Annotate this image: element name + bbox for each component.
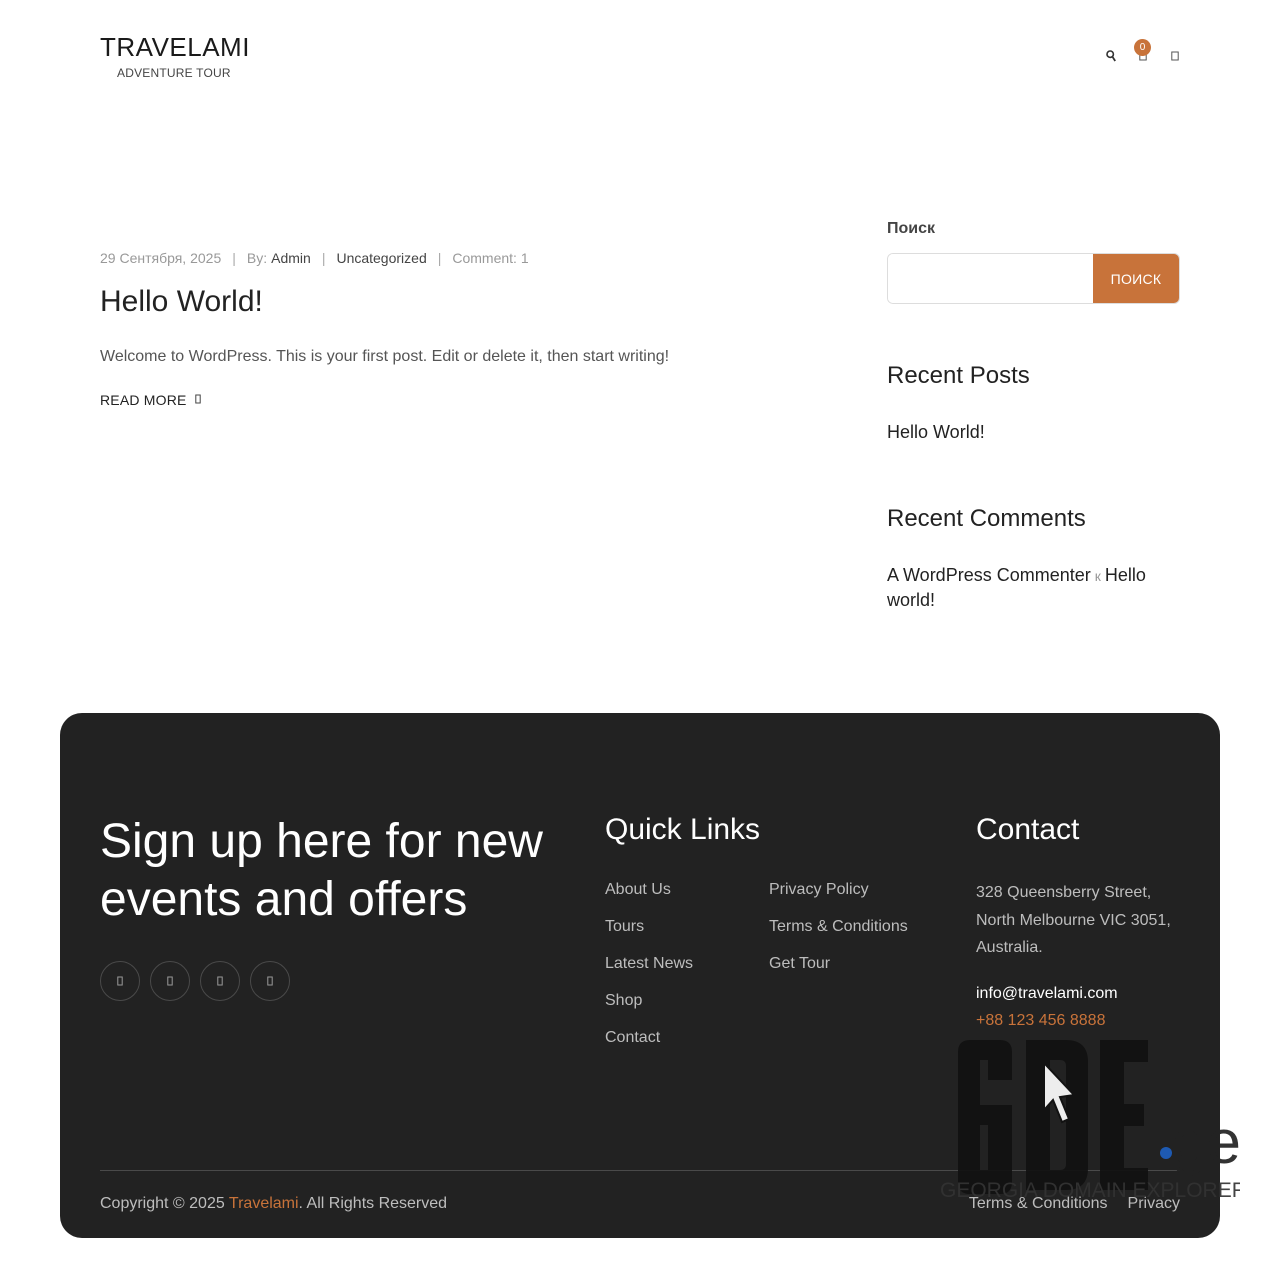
recent-posts-title: Recent Posts [887, 362, 1030, 389]
post-excerpt: Welcome to WordPress. This is your first… [100, 348, 670, 365]
search-widget-label: Поиск [887, 220, 936, 237]
search-input[interactable] [888, 254, 1093, 303]
user-icon[interactable] [1170, 48, 1180, 64]
comment-author-link[interactable]: A WordPress Commenter [887, 565, 1091, 585]
contact-phone-link[interactable]: +88 123 456 8888 [976, 1012, 1105, 1030]
search-icon[interactable] [1106, 48, 1116, 64]
read-more-link[interactable]: READ MORE [100, 392, 201, 408]
recent-comment-item: A WordPress Commenter к Hello world! [887, 563, 1180, 612]
footer-link-about-us[interactable]: About Us [605, 881, 693, 899]
signup-heading: Sign up here for new events and offers [100, 815, 543, 926]
linkedin-icon[interactable] [250, 961, 290, 1001]
comment-on-label: к [1094, 568, 1101, 584]
copyright-brand-link[interactable]: Travelami [229, 1195, 299, 1212]
post-category-link[interactable]: Uncategorized [336, 250, 426, 266]
post-meta: 29 Сентября, 2025 | By: Admin | Uncatego… [100, 250, 800, 266]
post-by-label: By: [246, 250, 268, 266]
cart-count-badge: 0 [1134, 39, 1151, 56]
post-title[interactable]: Hello World! [100, 282, 800, 322]
post-comments-link[interactable]: Comment: 1 [452, 250, 528, 266]
logo-title: TRAVELAMI [100, 32, 250, 62]
site-header: TRAVELAMI ADVENTURE TOUR 0 [0, 0, 1280, 110]
cart-icon[interactable]: 0 [1134, 39, 1151, 64]
meta-separator: | [321, 250, 326, 266]
footer-link-tours[interactable]: Tours [605, 918, 693, 936]
twitter-icon[interactable] [150, 961, 190, 1001]
copyright-text: Copyright © 2025 Travelami. All Rights R… [100, 1195, 447, 1213]
search-form: ПОИСК [887, 253, 1180, 304]
facebook-icon[interactable] [100, 961, 140, 1001]
post-author-link[interactable]: Admin [271, 250, 311, 266]
post-date: 29 Сентября, 2025 [100, 250, 222, 266]
quick-links-title: Quick Links [605, 813, 761, 846]
instagram-icon[interactable] [200, 961, 240, 1001]
blog-post: 29 Сентября, 2025 | By: Admin | Uncatego… [100, 250, 800, 410]
meta-separator: | [232, 250, 236, 266]
gde-watermark-logo: ge GEORGIA DOMAIN EXPLORER [940, 1040, 1240, 1202]
footer-link-get-tour[interactable]: Get Tour [769, 955, 908, 973]
quick-links-column-2: Privacy Policy Terms & Conditions Get To… [769, 881, 908, 973]
footer-link-shop[interactable]: Shop [605, 992, 693, 1010]
contact-email-link[interactable]: info@travelami.com [976, 985, 1118, 1003]
footer-link-contact[interactable]: Contact [605, 1029, 693, 1047]
footer-link-privacy-policy[interactable]: Privacy Policy [769, 881, 908, 899]
search-button[interactable]: ПОИСК [1093, 254, 1179, 303]
contact-title: Contact [976, 813, 1080, 846]
footer-link-latest-news[interactable]: Latest News [605, 955, 693, 973]
arrow-right-icon [194, 394, 201, 407]
footer-link-terms[interactable]: Terms & Conditions [769, 918, 908, 936]
read-more-label: READ MORE [100, 392, 187, 408]
recent-comments-title: Recent Comments [887, 505, 1086, 532]
svg-text:ge: ge [1172, 1108, 1240, 1177]
contact-address: 328 Queensberry Street, North Melbourne … [976, 884, 1171, 956]
header-icons: 0 [1106, 39, 1180, 64]
copyright-suffix: . All Rights Reserved [298, 1195, 448, 1212]
meta-separator: | [437, 250, 442, 266]
logo-tagline: ADVENTURE TOUR [117, 66, 231, 80]
sidebar: Поиск ПОИСК Recent Posts Hello World! Re… [887, 220, 1180, 612]
watermark-tagline: GEORGIA DOMAIN EXPLORER [940, 1179, 1240, 1202]
post-title-link[interactable]: Hello World! [100, 285, 263, 318]
quick-links-column-1: About Us Tours Latest News Shop Contact [605, 881, 693, 1047]
recent-post-link[interactable]: Hello World! [887, 422, 1180, 443]
site-logo[interactable]: TRAVELAMI ADVENTURE TOUR [100, 32, 250, 80]
copyright-prefix: Copyright © 2025 [100, 1195, 229, 1212]
social-links [100, 961, 290, 1001]
